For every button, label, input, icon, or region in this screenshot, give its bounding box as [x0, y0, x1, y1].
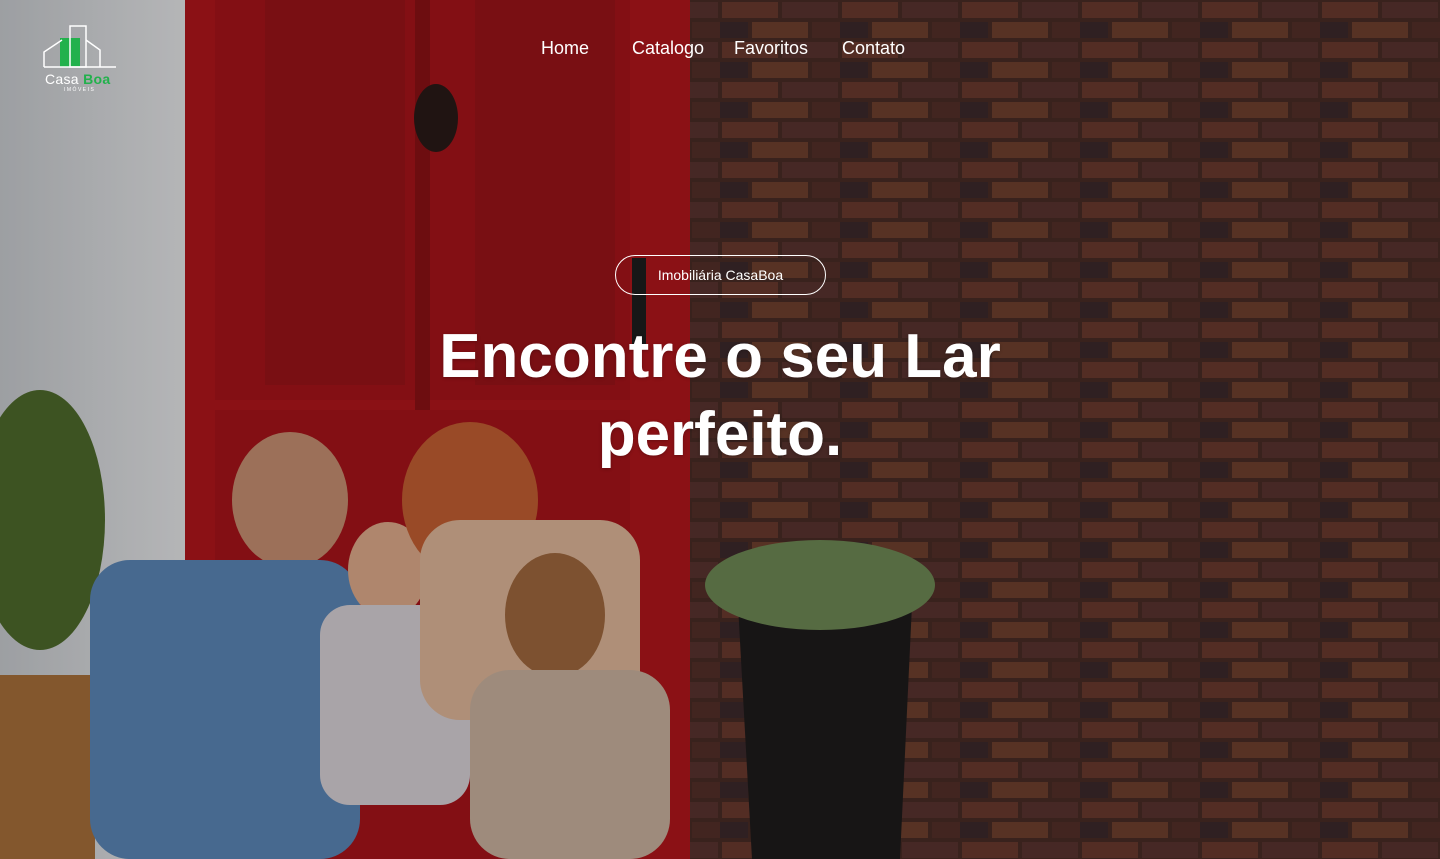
brand-subtitle: IMÓVEIS: [64, 87, 96, 93]
main-navigation: Home Catalogo Favoritos Contato: [0, 38, 1440, 62]
nav-home-link[interactable]: Home: [541, 38, 589, 59]
brand-name: Casa Boa: [45, 71, 110, 87]
nav-catalogo-link[interactable]: Catalogo: [632, 38, 704, 59]
nav-favoritos-link[interactable]: Favoritos: [734, 38, 808, 59]
hero-badge-label: Imobiliária CasaBoa: [657, 267, 784, 283]
hero-headline: Encontre o seu Lar perfeito.: [439, 322, 1001, 469]
brand-name-part2: Boa: [83, 71, 111, 87]
nav-contato-link[interactable]: Contato: [842, 38, 905, 59]
hero-badge: Imobiliária CasaBoa: [615, 255, 826, 295]
brand-name-part1: Casa: [45, 71, 79, 87]
